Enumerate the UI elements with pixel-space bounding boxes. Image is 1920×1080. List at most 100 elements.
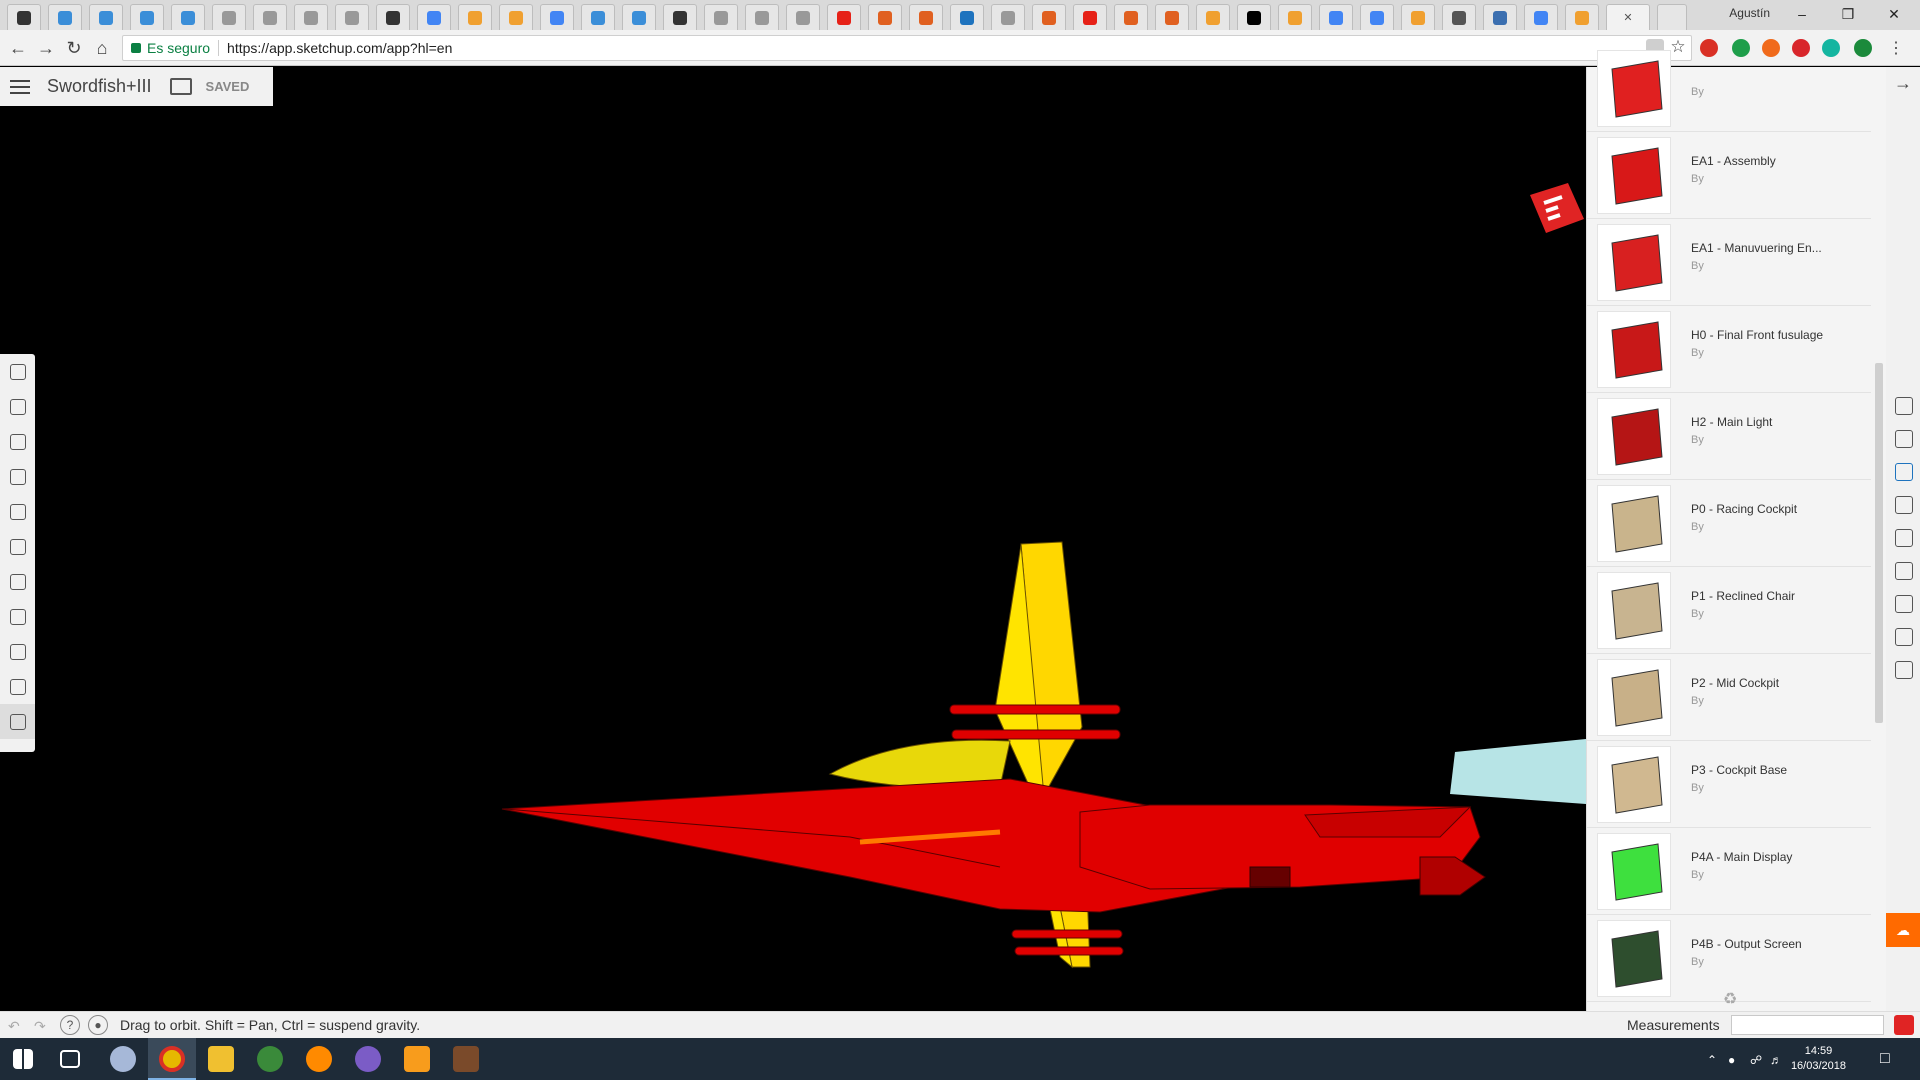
new-tab-button[interactable] [1657, 4, 1687, 30]
sketchup-small-logo[interactable] [1894, 1015, 1914, 1035]
taskbar-app-6-icon[interactable] [355, 1046, 381, 1072]
soundcloud-icon[interactable]: ☁ [1886, 913, 1920, 947]
browser-tab[interactable] [417, 4, 451, 30]
reload-icon[interactable]: ↻ [62, 36, 86, 60]
component-thumbnail[interactable] [1597, 484, 1671, 562]
browser-tab[interactable] [622, 4, 656, 30]
scenes-icon[interactable] [1895, 595, 1913, 613]
chrome-icon[interactable] [159, 1046, 185, 1072]
browser-tab[interactable] [458, 4, 492, 30]
browser-tab[interactable] [499, 4, 533, 30]
tray-app-icon[interactable]: ● [1728, 1053, 1735, 1067]
paint-tool-icon[interactable] [0, 424, 35, 459]
menu-icon[interactable] [10, 79, 30, 94]
url-text[interactable]: https://app.sketchup.com/app?hl=en [227, 40, 452, 56]
browser-menu-icon[interactable]: ⋮ [1884, 36, 1908, 60]
browser-tab[interactable] [335, 4, 369, 30]
eraser-tool-icon[interactable] [0, 389, 35, 424]
browser-tab[interactable] [1114, 4, 1148, 30]
clock[interactable]: 14:59 16/03/2018 [1791, 1044, 1846, 1074]
tape-measure-tool-icon[interactable] [0, 634, 35, 669]
entity-info-icon[interactable] [1895, 397, 1913, 415]
push-pull-tool-icon[interactable] [0, 564, 35, 599]
browser-tab[interactable] [1483, 4, 1517, 30]
display-icon[interactable] [1895, 628, 1913, 646]
browser-tab[interactable] [1073, 4, 1107, 30]
browser-tab[interactable] [1319, 4, 1353, 30]
secure-indicator[interactable]: Es seguro [123, 40, 210, 56]
folder-icon[interactable] [169, 78, 192, 95]
component-thumbnail[interactable] [1597, 49, 1671, 127]
browser-tab[interactable] [581, 4, 615, 30]
network-icon[interactable]: ☍ [1750, 1053, 1762, 1067]
orbit-tool-icon[interactable] [0, 704, 35, 739]
browser-tab[interactable] [212, 4, 246, 30]
browser-tab-active[interactable]: ✕ [1606, 4, 1650, 30]
android-studio-icon[interactable] [257, 1046, 283, 1072]
component-list-item[interactable]: P4A - Main Display By [1587, 828, 1871, 915]
component-list-item[interactable]: EA1 - Manuvuering En... By [1587, 219, 1871, 306]
walk-tool-icon[interactable] [0, 669, 35, 704]
materials-icon[interactable] [1895, 496, 1913, 514]
component-thumbnail[interactable] [1597, 397, 1671, 475]
browser-tab[interactable] [540, 4, 574, 30]
component-list-item[interactable]: P1 - Reclined Chair By [1587, 567, 1871, 654]
panel-scrollbar[interactable] [1873, 67, 1885, 1011]
browser-tab[interactable] [1401, 4, 1435, 30]
address-bar[interactable]: Es seguro https://app.sketchup.com/app?h… [122, 35, 1692, 61]
browser-tab[interactable] [1442, 4, 1476, 30]
notifications-icon[interactable]: □ [1880, 1050, 1890, 1068]
recycle-icon[interactable]: ♻ [1723, 989, 1737, 1009]
browser-tab[interactable] [7, 4, 41, 30]
component-thumbnail[interactable] [1597, 919, 1671, 997]
firefox-icon[interactable] [306, 1046, 332, 1072]
task-view-icon[interactable] [60, 1050, 80, 1068]
component-thumbnail[interactable] [1597, 571, 1671, 649]
browser-tab[interactable] [663, 4, 697, 30]
browser-tab[interactable] [950, 4, 984, 30]
sublime-text-icon[interactable] [404, 1046, 430, 1072]
measurements-input[interactable] [1731, 1015, 1884, 1035]
component-list-item[interactable]: P0 - Racing Cockpit By [1587, 480, 1871, 567]
browser-tab[interactable] [868, 4, 902, 30]
component-list-item[interactable]: P3 - Cockpit Base By [1587, 741, 1871, 828]
select-tool-icon[interactable] [0, 354, 35, 389]
component-list-item[interactable]: By [1587, 45, 1871, 132]
tray-chevron-icon[interactable]: ⌃ [1707, 1053, 1717, 1067]
browser-tab[interactable] [376, 4, 410, 30]
browser-tab[interactable] [786, 4, 820, 30]
model-name[interactable]: Swordfish+III [47, 76, 152, 97]
components-icon[interactable] [1895, 463, 1913, 481]
browser-tab[interactable] [171, 4, 205, 30]
browser-tab[interactable] [1155, 4, 1189, 30]
browser-tab[interactable] [1278, 4, 1312, 30]
maximize-icon[interactable]: ❐ [1826, 0, 1870, 28]
component-list-item[interactable]: H2 - Main Light By [1587, 393, 1871, 480]
browser-tab[interactable] [704, 4, 738, 30]
globe-icon[interactable]: ● [88, 1015, 108, 1035]
taskbar-app-8-icon[interactable] [453, 1046, 479, 1072]
component-list-item[interactable]: H0 - Final Front fusulage By [1587, 306, 1871, 393]
browser-tab[interactable] [1524, 4, 1558, 30]
move-tool-icon[interactable] [0, 599, 35, 634]
instructor-icon[interactable] [1895, 430, 1913, 448]
component-list-item[interactable]: P2 - Mid Cockpit By [1587, 654, 1871, 741]
3d-viewport[interactable] [0, 67, 1586, 1011]
component-thumbnail[interactable] [1597, 223, 1671, 301]
browser-tab[interactable] [1196, 4, 1230, 30]
volume-icon[interactable]: ♬ [1770, 1053, 1782, 1067]
spaceship-model[interactable] [0, 67, 1586, 1011]
component-thumbnail[interactable] [1597, 658, 1671, 736]
browser-tab[interactable] [1032, 4, 1066, 30]
browser-tab[interactable] [909, 4, 943, 30]
styles-icon[interactable] [1895, 529, 1913, 547]
browser-tab[interactable] [1360, 4, 1394, 30]
pencil-tool-icon[interactable] [0, 459, 35, 494]
component-thumbnail[interactable] [1597, 136, 1671, 214]
browser-tab[interactable] [130, 4, 164, 30]
component-thumbnail[interactable] [1597, 310, 1671, 388]
file-explorer-icon[interactable] [208, 1046, 234, 1072]
browser-tab[interactable] [48, 4, 82, 30]
close-window-icon[interactable]: ✕ [1872, 0, 1916, 28]
browser-tab[interactable] [1565, 4, 1599, 30]
